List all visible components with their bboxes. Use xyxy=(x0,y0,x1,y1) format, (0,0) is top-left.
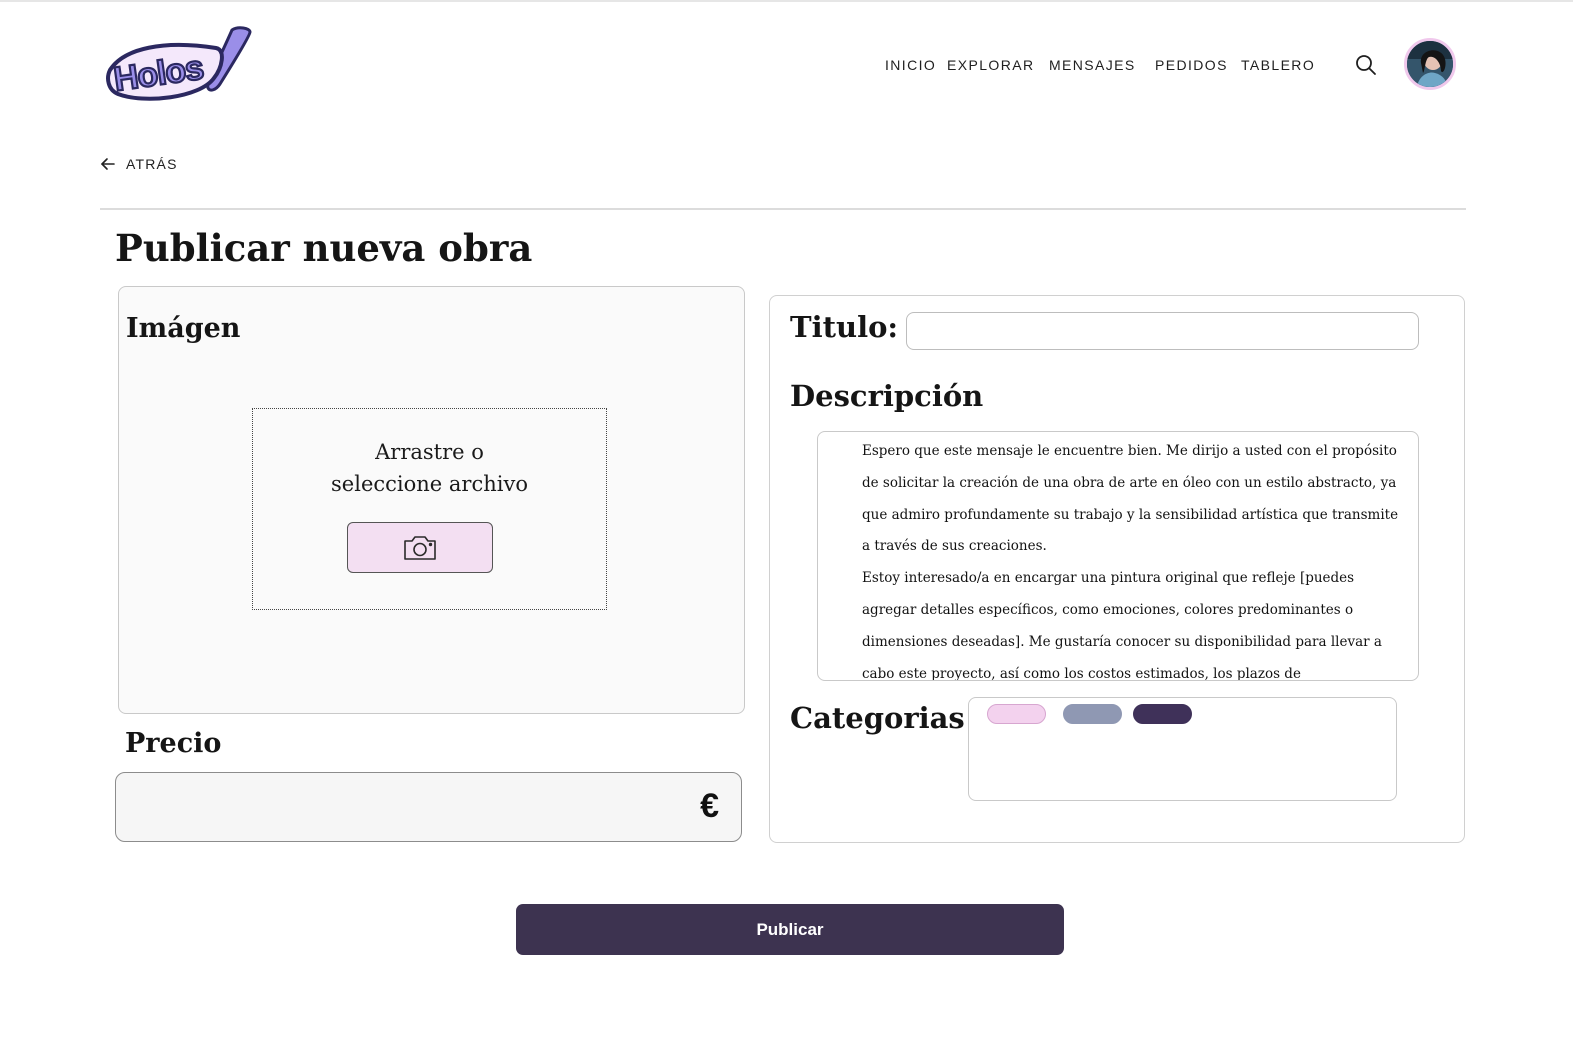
top-border xyxy=(0,0,1573,2)
upload-image-button[interactable] xyxy=(347,522,493,573)
description-text: Espero que este mensaje le encuentre bie… xyxy=(862,436,1402,681)
dropzone-text: Arrastre o seleccione archivo xyxy=(253,436,606,500)
nav-item-mensajes[interactable]: MENSAJES xyxy=(1049,57,1136,73)
price-label: Precio xyxy=(125,728,222,759)
image-card: Imágen Arrastre o seleccione archivo xyxy=(118,286,745,714)
image-dropzone[interactable]: Arrastre o seleccione archivo xyxy=(252,408,607,610)
back-label: ATRÁS xyxy=(126,156,178,172)
nav-item-tablero[interactable]: TABLERO xyxy=(1241,57,1315,73)
nav-item-explorar[interactable]: EXPLORAR xyxy=(947,57,1034,73)
header-divider xyxy=(100,208,1466,210)
category-chip[interactable] xyxy=(1063,704,1122,724)
page-title: Publicar nueva obra xyxy=(115,226,533,270)
image-section-title: Imágen xyxy=(126,313,241,344)
avatar-image xyxy=(1407,41,1453,87)
description-paragraph-1: Espero que este mensaje le encuentre bie… xyxy=(862,443,1399,555)
arrow-left-icon xyxy=(101,158,115,170)
price-input[interactable]: € xyxy=(115,772,742,842)
title-label: Titulo: xyxy=(790,310,899,344)
description-textarea[interactable]: Espero que este mensaje le encuentre bie… xyxy=(817,431,1419,681)
description-paragraph-2: Estoy interesado/a en encargar una pintu… xyxy=(862,570,1382,681)
categories-label: Categorias xyxy=(790,701,965,735)
euro-symbol: € xyxy=(700,787,719,825)
search-icon[interactable] xyxy=(1354,53,1378,77)
camera-icon xyxy=(404,535,436,560)
title-input[interactable] xyxy=(906,312,1419,350)
categories-box[interactable] xyxy=(968,697,1397,801)
back-link[interactable]: ATRÁS xyxy=(100,154,178,174)
nav-item-inicio[interactable]: INICIO xyxy=(885,57,936,73)
publish-button[interactable]: Publicar xyxy=(516,904,1064,955)
category-chip[interactable] xyxy=(1133,704,1192,724)
holos-logo[interactable]: Holos xyxy=(104,26,256,106)
user-avatar[interactable] xyxy=(1404,38,1456,90)
dropzone-text-line1: Arrastre o xyxy=(375,440,484,464)
nav-item-pedidos[interactable]: PEDIDOS xyxy=(1155,57,1228,73)
category-chip[interactable] xyxy=(987,704,1046,724)
artwork-form-card: Titulo: Descripción Espero que este mens… xyxy=(769,295,1465,843)
description-label: Descripción xyxy=(790,379,984,413)
dropzone-text-line2: seleccione archivo xyxy=(331,472,528,496)
